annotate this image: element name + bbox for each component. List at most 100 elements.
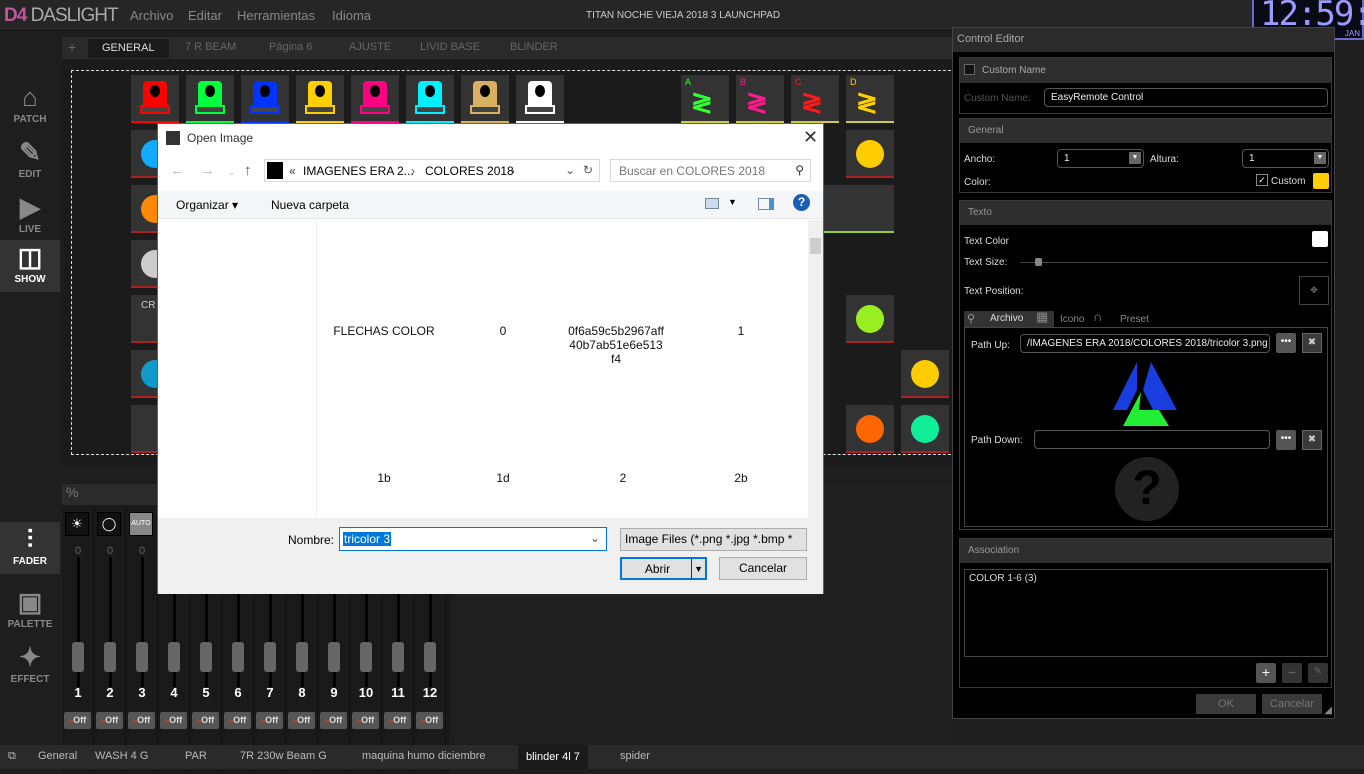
sidebar-fader[interactable]: ⫶ FADER	[0, 522, 60, 574]
tab-general[interactable]: GENERAL	[88, 39, 169, 58]
auto-button[interactable]: AUTO	[129, 512, 153, 536]
tab-blinder[interactable]: BLINDER	[510, 41, 558, 53]
grid-button[interactable]	[846, 295, 894, 343]
breadcrumb-overflow[interactable]: «	[289, 164, 296, 178]
file-item[interactable]: 1d	[448, 471, 558, 485]
custom-color-checkbox[interactable]: ✓	[1256, 174, 1268, 186]
menu-idioma[interactable]: Idioma	[332, 8, 371, 23]
path-up-input[interactable]: /IMAGENES ERA 2018/COLORES 2018/tricolor…	[1020, 334, 1270, 353]
forward-icon[interactable]: →	[200, 162, 215, 179]
channel-off-button[interactable]: Off	[320, 712, 347, 729]
breadcrumb-item[interactable]: COLORES 2018	[425, 164, 514, 178]
search-input[interactable]: Buscar en COLORES 2018 ⚲	[610, 159, 811, 182]
menu-archivo[interactable]: Archivo	[130, 8, 173, 23]
fader-handle[interactable]	[72, 642, 84, 672]
add-page-button[interactable]: +	[68, 39, 76, 55]
menu-editar[interactable]: Editar	[188, 8, 222, 23]
association-item[interactable]: COLOR 1-6 (3)	[969, 573, 1037, 584]
color-button[interactable]	[516, 75, 564, 123]
file-item[interactable]: 1b	[329, 471, 439, 485]
channel-off-button[interactable]: Off	[384, 712, 411, 729]
sidebar-show[interactable]: ◫ SHOW	[0, 240, 60, 292]
chevron-down-icon[interactable]: ▼	[1129, 152, 1141, 164]
add-association-button[interactable]: +	[1256, 663, 1276, 683]
width-select[interactable]: 1 ▼	[1057, 149, 1144, 168]
grid-button[interactable]	[901, 405, 949, 453]
file-item[interactable]: 1	[686, 324, 796, 338]
browse-down-button[interactable]: •••	[1276, 430, 1296, 450]
clear-up-button[interactable]: ✖	[1302, 333, 1322, 353]
circle-icon[interactable]: ◯	[97, 512, 121, 536]
tab-pagina-6[interactable]: Página 6	[269, 41, 312, 53]
file-item[interactable]: 2	[568, 471, 678, 485]
file-name-input[interactable]: tricolor 3 ⌄	[339, 527, 607, 551]
sidebar-patch[interactable]: ⌂ PATCH	[0, 80, 60, 132]
arrow-button[interactable]: B ≷	[736, 75, 784, 123]
fader-handle[interactable]	[328, 642, 340, 672]
channel-off-button[interactable]: Off	[192, 712, 219, 729]
breadcrumb-separator[interactable]: ›	[411, 164, 415, 178]
scrollbar[interactable]	[808, 220, 823, 518]
color-button[interactable]	[186, 75, 234, 123]
cancel-button[interactable]: Cancelar	[719, 557, 807, 580]
up-icon[interactable]: ↑	[244, 162, 252, 179]
dropdown-chevron-icon[interactable]: ⌄	[565, 163, 575, 177]
tab-ajuste[interactable]: AJUSTE	[349, 41, 391, 53]
preview-pane-icon[interactable]	[758, 198, 774, 210]
fader-handle[interactable]	[264, 642, 276, 672]
channel-off-button[interactable]: Off	[160, 712, 187, 729]
expand-icon[interactable]: ⧉	[8, 750, 16, 763]
fader-handle[interactable]	[200, 642, 212, 672]
address-bar[interactable]: « IMAGENES ERA 2... › COLORES 2018 › ⌄ ↻	[264, 159, 600, 182]
color-button[interactable]	[461, 75, 509, 123]
grid-button[interactable]	[846, 405, 894, 453]
color-button[interactable]	[241, 75, 289, 123]
text-color-swatch[interactable]	[1312, 231, 1328, 247]
group-tab[interactable]: spider	[620, 750, 650, 762]
grid-button[interactable]	[846, 130, 894, 178]
edit-association-button[interactable]: ✎	[1308, 663, 1328, 683]
breadcrumb-item[interactable]: IMAGENES ERA 2...	[303, 164, 414, 178]
sidebar-edit[interactable]: ✎ EDIT	[0, 135, 60, 187]
group-tab[interactable]: 7R 230w Beam G	[240, 750, 327, 762]
view-dropdown-icon[interactable]: ▼	[728, 197, 737, 207]
view-icon[interactable]	[705, 198, 719, 209]
fader-handle[interactable]	[232, 642, 244, 672]
custom-name-checkbox[interactable]	[964, 64, 975, 75]
arrow-button[interactable]: C ≷	[791, 75, 839, 123]
fader-handle[interactable]	[168, 642, 180, 672]
height-select[interactable]: 1 ▼	[1242, 149, 1329, 168]
channel-off-button[interactable]: Off	[352, 712, 379, 729]
help-icon[interactable]: ?	[793, 194, 810, 211]
resize-grip-icon[interactable]: ◢	[1324, 705, 1332, 716]
breadcrumb-separator[interactable]: ›	[511, 164, 515, 178]
tab-icono[interactable]: Icono	[1060, 314, 1084, 325]
remove-association-button[interactable]: −	[1282, 663, 1302, 683]
file-item[interactable]: 0f6a59c5b2967aff40b7ab51e6e513f4	[568, 324, 664, 366]
channel-off-button[interactable]: Off	[256, 712, 283, 729]
group-tab[interactable]: PAR	[185, 750, 207, 762]
text-position-grid[interactable]: ✥	[1299, 276, 1329, 305]
slider-handle[interactable]	[1035, 258, 1042, 266]
browse-up-button[interactable]: •••	[1276, 333, 1296, 353]
path-down-input[interactable]	[1034, 430, 1270, 449]
color-button[interactable]	[351, 75, 399, 123]
light-icon[interactable]: ☀	[65, 512, 89, 536]
group-tab[interactable]: WASH 4 G	[95, 750, 148, 762]
group-tab-active[interactable]: blinder 4l 7	[518, 745, 588, 769]
sidebar-live[interactable]: ▶ LIVE	[0, 190, 60, 242]
color-button[interactable]	[406, 75, 454, 123]
sidebar-palette[interactable]: ▣ PALETTE	[0, 585, 60, 637]
tab-7r-beam[interactable]: 7 R BEAM	[185, 41, 236, 53]
sidebar-effect[interactable]: ✦ EFFECT	[0, 640, 60, 692]
group-tab[interactable]: General	[38, 750, 77, 762]
organize-button[interactable]: Organizar ▾	[176, 198, 238, 212]
file-item[interactable]: FLECHAS COLOR	[329, 324, 439, 338]
channel-off-button[interactable]: Off	[416, 712, 443, 729]
fader-handle[interactable]	[296, 642, 308, 672]
recent-chevron-icon[interactable]: ⌄	[228, 167, 236, 178]
fader-handle[interactable]	[360, 642, 372, 672]
fader-handle[interactable]	[424, 642, 436, 672]
back-icon[interactable]: ←	[170, 162, 185, 179]
color-button[interactable]	[296, 75, 344, 123]
